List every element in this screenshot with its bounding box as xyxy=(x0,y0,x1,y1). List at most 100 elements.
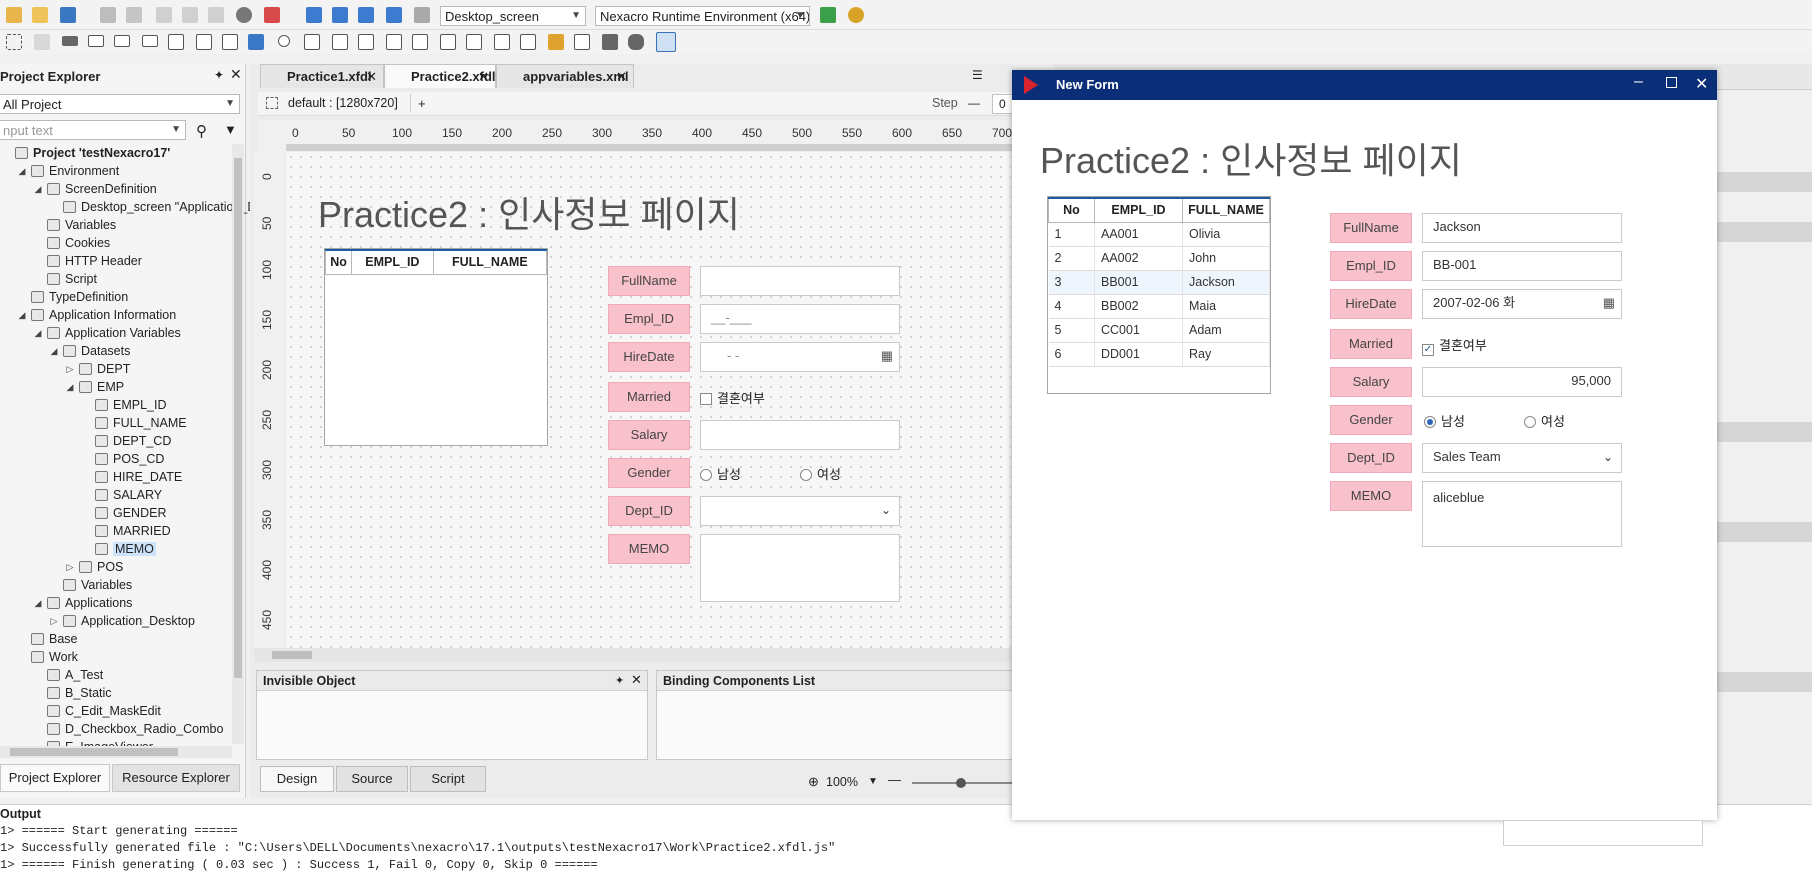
tab-design[interactable]: Design xyxy=(260,766,334,792)
dept-combo[interactable]: Sales Team ⌄ xyxy=(1422,443,1622,473)
dept-combo[interactable]: ⌄ xyxy=(700,496,900,526)
chevron-down-icon[interactable]: ▼ xyxy=(868,776,878,787)
table-row[interactable]: 5 CC001 Adam xyxy=(1048,318,1270,343)
save-all-icon[interactable] xyxy=(126,7,142,23)
tree-toggle-icon[interactable]: ▷ xyxy=(64,562,76,573)
tree-item[interactable]: Base xyxy=(16,630,78,648)
married-checkbox[interactable]: ✓ 결혼여부 xyxy=(1422,335,1487,356)
tree-vertical-scrollbar[interactable] xyxy=(232,144,244,744)
group-component-icon[interactable] xyxy=(440,34,456,50)
layout-component-icon[interactable] xyxy=(656,32,676,52)
minimize-icon[interactable]: – xyxy=(1634,73,1643,91)
deploy-icon[interactable] xyxy=(358,7,374,23)
tree-item[interactable]: ▷ Application_Desktop xyxy=(48,612,195,630)
table-row[interactable]: 2 AA002 John xyxy=(1048,246,1270,271)
calendar-icon[interactable]: ▦ xyxy=(881,343,893,369)
tree-toggle-icon[interactable]: ◢ xyxy=(48,346,60,357)
static-component-icon[interactable] xyxy=(168,34,184,50)
zoom-out-icon[interactable]: — xyxy=(888,772,901,787)
div-component-icon[interactable] xyxy=(386,34,402,50)
edit-component-icon[interactable] xyxy=(114,35,130,47)
add-screen-button[interactable]: + xyxy=(418,96,426,111)
fullname-edit[interactable]: Jackson xyxy=(1422,213,1622,243)
close-icon[interactable]: ✕ xyxy=(1695,74,1708,94)
quick-view-icon[interactable] xyxy=(820,7,836,23)
empl-id-maskedit[interactable]: __-___ xyxy=(700,304,900,334)
build-icon[interactable] xyxy=(386,7,402,23)
gear-icon[interactable] xyxy=(236,7,252,23)
popupdiv-component-icon[interactable] xyxy=(494,34,510,50)
listbox-component-icon[interactable] xyxy=(222,34,238,50)
tree-item[interactable]: ▷ POS xyxy=(64,558,124,576)
canvas-horizontal-scrollbar[interactable] xyxy=(254,648,1018,662)
tree-item[interactable]: ◢ Application Variables xyxy=(32,324,181,342)
hand-tool-icon[interactable] xyxy=(34,34,50,50)
table-row[interactable]: 4 BB002 Maia xyxy=(1048,294,1270,319)
tree-item[interactable]: ◢ ScreenDefinition xyxy=(32,180,157,198)
find-icon[interactable] xyxy=(848,7,864,23)
plugin-component-icon[interactable] xyxy=(602,34,618,50)
tree-toggle-icon[interactable]: ◢ xyxy=(64,382,76,393)
new-file-icon[interactable] xyxy=(60,7,76,23)
tree-item[interactable]: Project 'testNexacro17' xyxy=(0,144,170,162)
tree-item[interactable]: FULL_NAME xyxy=(80,414,187,432)
runtime-title-bar[interactable]: New Form – ✕ xyxy=(1012,70,1717,100)
tree-item[interactable]: B_Static xyxy=(32,684,112,702)
design-grid[interactable]: No EMPL_ID FULL_NAME xyxy=(324,248,548,446)
tree-item[interactable]: ◢ Applications xyxy=(32,594,133,612)
tab-list-icon[interactable]: ☰ xyxy=(972,68,983,82)
button-component-icon[interactable] xyxy=(62,36,78,46)
generate-icon[interactable] xyxy=(306,7,322,23)
tree-item[interactable]: ◢ Datasets xyxy=(48,342,131,360)
open-icon[interactable] xyxy=(32,7,48,23)
scrollbar-thumb[interactable] xyxy=(234,158,242,678)
tree-item[interactable]: Work xyxy=(16,648,78,666)
table-row-selected[interactable]: 3 BB001 Jackson xyxy=(1048,270,1270,295)
search-icon[interactable]: ⚲ xyxy=(196,122,207,140)
close-icon[interactable]: ✕ xyxy=(631,672,642,688)
fullname-edit[interactable] xyxy=(700,266,900,296)
runtime-combo[interactable]: Nexacro Runtime Environment (x64) ▼ xyxy=(595,6,810,26)
tree-item[interactable]: Variables xyxy=(32,216,116,234)
empl-id-maskedit[interactable]: BB-001 xyxy=(1422,251,1622,281)
tree-item[interactable]: HTTP Header xyxy=(32,252,142,270)
tree-toggle-icon[interactable]: ◢ xyxy=(16,310,28,321)
screen-combo[interactable]: Desktop_screen ▼ xyxy=(440,6,586,26)
close-icon[interactable]: ✕ xyxy=(478,69,489,85)
tab-appvariables[interactable]: appvariables.xml ✕ xyxy=(496,64,634,88)
list-component-icon[interactable] xyxy=(332,34,348,50)
tree-toggle-icon[interactable]: ◢ xyxy=(32,598,44,609)
memo-textarea[interactable]: aliceblue xyxy=(1422,481,1622,547)
tree-item[interactable]: MARRIED xyxy=(80,522,171,540)
help-icon[interactable] xyxy=(264,7,280,23)
maximize-icon[interactable] xyxy=(1666,77,1677,88)
tree-item[interactable]: Script xyxy=(32,270,97,288)
step-minus-icon[interactable]: — xyxy=(968,96,980,110)
spin-component-icon[interactable] xyxy=(574,34,590,50)
tab-project-explorer[interactable]: Project Explorer xyxy=(0,764,110,792)
tree-item[interactable]: GENDER xyxy=(80,504,166,522)
tab-script[interactable]: Script xyxy=(410,766,486,792)
tree-item[interactable]: POS_CD xyxy=(80,450,164,468)
close-icon[interactable]: ✕ xyxy=(230,66,242,83)
table-row[interactable]: 6 DD001 Ray xyxy=(1048,342,1270,367)
tree-toggle-icon[interactable]: ◢ xyxy=(32,328,44,339)
select-tool-icon[interactable] xyxy=(6,34,22,50)
memo-textarea[interactable] xyxy=(700,534,900,602)
salary-maskedit[interactable] xyxy=(700,420,900,450)
tree-item[interactable]: ◢ Application Information xyxy=(16,306,177,324)
tree-toggle-icon[interactable]: ◢ xyxy=(32,184,44,195)
search-input[interactable]: nput text ▼ xyxy=(0,120,186,140)
project-filter-combo[interactable]: All Project ▼ xyxy=(0,94,240,114)
tab-practice2[interactable]: Practice2.xfdl ✕ xyxy=(384,64,496,88)
close-icon[interactable]: ✕ xyxy=(366,69,377,85)
grid-component-icon[interactable] xyxy=(358,34,374,50)
cut-icon[interactable] xyxy=(156,7,172,23)
save-icon[interactable] xyxy=(100,7,116,23)
tab-component-icon[interactable] xyxy=(412,34,428,50)
tree-horizontal-scrollbar[interactable] xyxy=(0,746,232,758)
table-row[interactable]: 1 AA001 Olivia xyxy=(1048,222,1270,247)
tree-toggle-icon[interactable]: ▷ xyxy=(64,364,76,375)
screen-select-icon[interactable] xyxy=(266,97,278,109)
zoom-icon[interactable]: ⊕ xyxy=(808,774,819,790)
